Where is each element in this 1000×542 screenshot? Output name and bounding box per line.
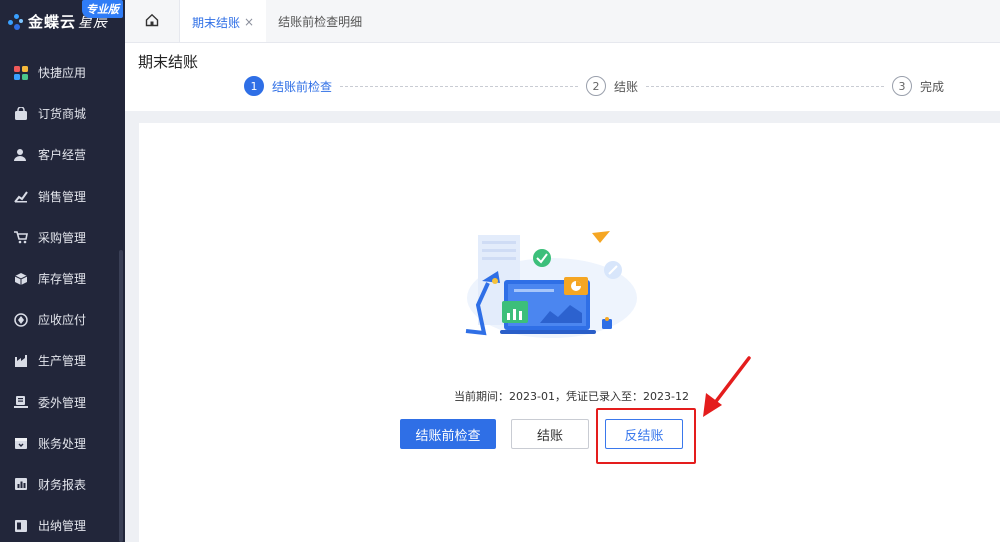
step-number: 1 [244, 76, 264, 96]
laptop-illustration-icon [465, 231, 637, 338]
sidebar-item-inventory[interactable]: 库存管理 [0, 258, 125, 299]
sidebar-scrollbar[interactable] [119, 250, 123, 542]
sidebar-item-customer[interactable]: 客户经营 [0, 134, 125, 175]
sidebar-item-receivable-payable[interactable]: 应收应付 [0, 299, 125, 340]
step-number: 3 [892, 76, 912, 96]
sidebar-item-purchase[interactable]: 采购管理 [0, 217, 125, 258]
box-icon [14, 272, 28, 286]
sidebar-item-financial-report[interactable]: 财务报表 [0, 464, 125, 505]
sidebar-item-sales[interactable]: 销售管理 [0, 176, 125, 217]
logo-icon [8, 13, 24, 30]
sidebar-item-cashier[interactable]: 出纳管理 [0, 505, 125, 542]
cart-icon [14, 230, 28, 244]
sidebar-item-label: 采购管理 [38, 230, 87, 245]
user-icon [14, 148, 28, 162]
sidebar-item-label: 财务报表 [38, 477, 87, 492]
pre-close-check-button[interactable]: 结账前检查 [400, 419, 496, 449]
sidebar-nav: 快捷应用 订货商城 客户经营 销售管理 采购管理 库存管理 应收应付 生产管理 … [0, 52, 125, 542]
app-window: 金蝶云 星辰 专业版 快捷应用 订货商城 客户经营 销售管理 采购管理 库存管理… [0, 0, 1000, 542]
sidebar-item-label: 订货商城 [38, 107, 87, 122]
step-2: 2 结账 [586, 76, 638, 96]
logo-text: 金蝶云 [28, 13, 77, 31]
page-header: 期末结账 1 结账前检查 2 结账 3 完成 [125, 43, 1000, 111]
report-icon [14, 477, 28, 491]
tab-label: 期末结账 [192, 15, 241, 30]
sidebar-item-quick-apps[interactable]: 快捷应用 [0, 52, 125, 93]
main-content: 当前期间：2023-01，凭证已录入至：2023-12 结账前检查 结账 反结账 [139, 123, 1000, 542]
logo[interactable]: 金蝶云 星辰 专业版 [0, 0, 125, 43]
factory-icon [14, 354, 28, 368]
sidebar-item-label: 库存管理 [38, 272, 87, 287]
step-indicator: 1 结账前检查 2 结账 3 完成 [244, 76, 944, 96]
annotation-highlight-box [596, 408, 696, 464]
cash-icon [14, 519, 28, 533]
page-title: 期末结账 [138, 53, 199, 71]
step-connector [646, 85, 884, 87]
step-1: 1 结账前检查 [244, 76, 332, 96]
sidebar-item-label: 委外管理 [38, 395, 87, 410]
home-icon [145, 12, 159, 31]
sidebar-item-label: 客户经营 [38, 148, 87, 163]
step-label: 完成 [920, 79, 945, 94]
diamond-icon [14, 312, 28, 327]
close-button[interactable]: 结账 [511, 419, 589, 449]
sidebar: 金蝶云 星辰 专业版 快捷应用 订货商城 客户经营 销售管理 采购管理 库存管理… [0, 0, 125, 542]
close-icon[interactable]: × [244, 15, 254, 29]
step-3: 3 完成 [892, 76, 944, 96]
sidebar-item-order-mall[interactable]: 订货商城 [0, 93, 125, 134]
sidebar-item-outsourcing[interactable]: 委外管理 [0, 382, 125, 423]
sidebar-item-label: 出纳管理 [38, 519, 87, 534]
sidebar-item-production[interactable]: 生产管理 [0, 340, 125, 381]
step-number: 2 [586, 76, 606, 96]
tab-period-end-close[interactable]: 期末结账 × [180, 0, 267, 42]
sidebar-item-label: 快捷应用 [38, 66, 87, 81]
ledger-icon [14, 436, 28, 450]
step-label: 结账前检查 [272, 79, 333, 94]
step-connector [340, 85, 578, 87]
sidebar-item-label: 销售管理 [38, 189, 87, 204]
chart-up-icon [14, 189, 28, 203]
grid-icon [14, 65, 28, 80]
bag-icon [14, 106, 28, 121]
tab-label: 结账前检查明细 [278, 14, 363, 29]
sidebar-item-label: 应收应付 [38, 313, 87, 328]
tab-bar: 期末结账 × 结账前检查明细 [125, 0, 1000, 43]
step-label: 结账 [614, 79, 639, 94]
sidebar-item-label: 账务处理 [38, 436, 87, 451]
truck-icon [14, 395, 28, 409]
edition-badge: 专业版 [82, 0, 123, 18]
sidebar-item-accounting[interactable]: 账务处理 [0, 423, 125, 464]
tab-home[interactable] [125, 0, 180, 42]
current-period-text: 当前期间：2023-01，凭证已录入至：2023-12 [454, 390, 689, 403]
sidebar-item-label: 生产管理 [38, 354, 87, 369]
tab-pre-close-check-detail[interactable]: 结账前检查明细 [266, 0, 374, 42]
